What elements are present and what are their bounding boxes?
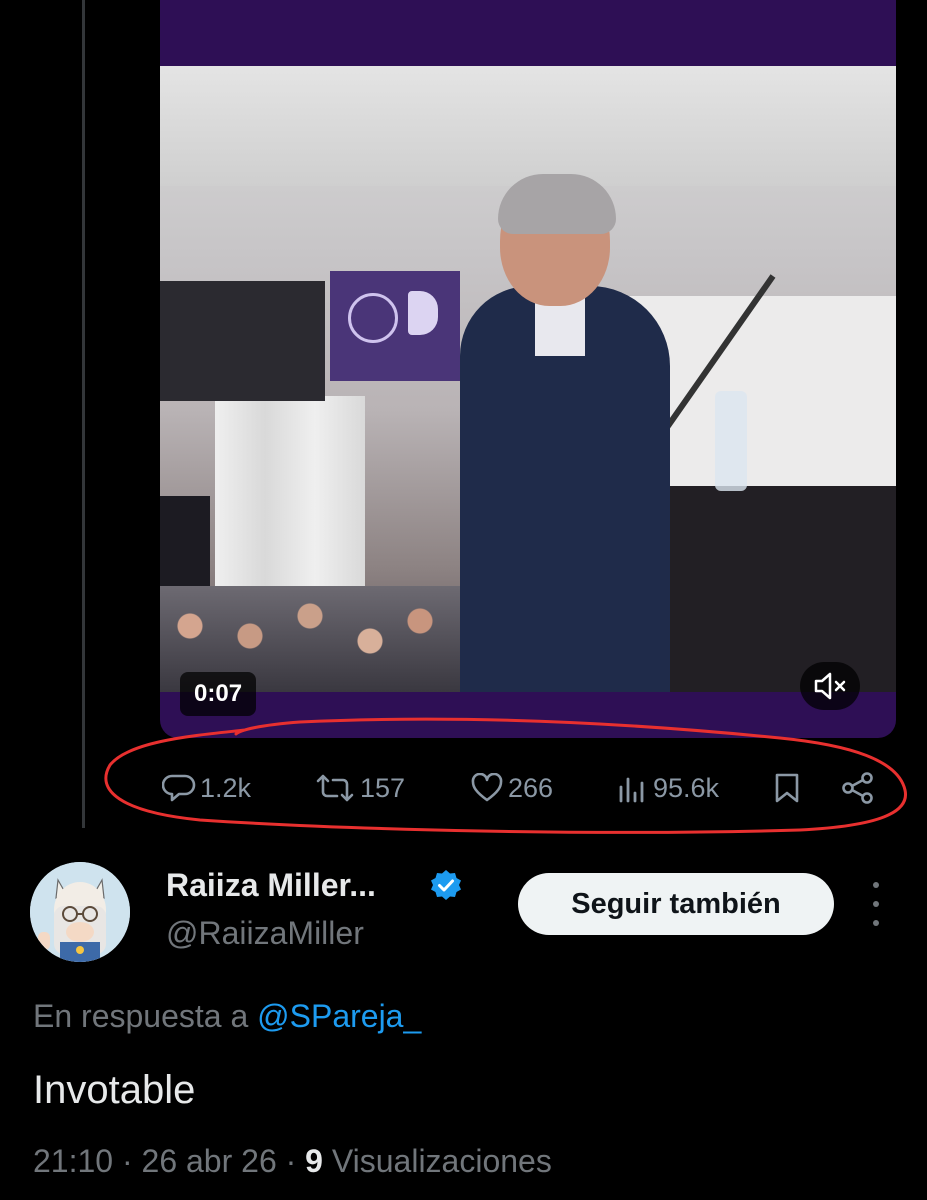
share-button[interactable] <box>840 764 876 812</box>
heart-icon <box>471 773 503 802</box>
video-timestamp: 0:07 <box>180 672 257 716</box>
reply-icon <box>162 774 196 802</box>
reply-to-link[interactable]: @SPareja_ <box>257 998 421 1034</box>
repost-icon <box>316 774 354 802</box>
more-dot <box>873 882 879 888</box>
speaker-muted-icon <box>814 672 846 700</box>
reply-count: 1.2k <box>200 772 252 803</box>
tweet-text: Invotable <box>33 1068 196 1112</box>
views-action[interactable]: 95.6k <box>617 764 719 812</box>
scene-ceiling <box>160 66 896 186</box>
verified-badge-icon <box>431 870 461 900</box>
reply-prefix: En respuesta a <box>33 998 249 1034</box>
video-player[interactable] <box>160 0 896 738</box>
scene-logo-ring <box>348 293 398 343</box>
avatar-illustration <box>30 862 130 962</box>
thread-line <box>82 0 85 828</box>
views-count: 95.6k <box>653 772 720 803</box>
reply-action[interactable]: 1.2k <box>162 764 251 812</box>
mute-button[interactable] <box>800 662 860 710</box>
display-name[interactable]: Raiiza Miller... <box>166 867 376 904</box>
more-dot <box>873 920 879 926</box>
more-dot <box>873 901 879 907</box>
views-number: 9 <box>305 1143 323 1179</box>
like-action[interactable]: 266 <box>470 764 553 812</box>
share-icon <box>842 772 873 804</box>
bookmark-button[interactable] <box>772 764 802 812</box>
repost-count: 157 <box>360 772 406 803</box>
more-options-button[interactable] <box>862 882 890 926</box>
repost-action[interactable]: 157 <box>314 764 405 812</box>
tweet-timestamp: 21:10 · 26 abr 26 · <box>33 1143 306 1179</box>
scene-bottle <box>715 391 747 491</box>
scene-speaker-hair <box>498 174 616 234</box>
avatar[interactable] <box>30 862 130 962</box>
views-label: Visualizaciones <box>322 1143 552 1179</box>
analytics-icon <box>619 777 644 803</box>
bookmark-icon <box>775 773 799 803</box>
scene-banner-purple <box>330 271 460 381</box>
scene-logo-p <box>408 291 438 335</box>
video-frame[interactable] <box>160 66 896 692</box>
reply-context: En respuesta a @SPareja_ <box>33 998 421 1035</box>
scene-banner-dark <box>160 281 325 401</box>
follow-button[interactable]: Seguir también <box>518 873 834 935</box>
like-count: 266 <box>508 772 554 803</box>
tweet-meta: 21:10 · 26 abr 26 · 9 Visualizaciones <box>33 1143 552 1180</box>
handle: @RaiizaMiller <box>166 915 364 951</box>
